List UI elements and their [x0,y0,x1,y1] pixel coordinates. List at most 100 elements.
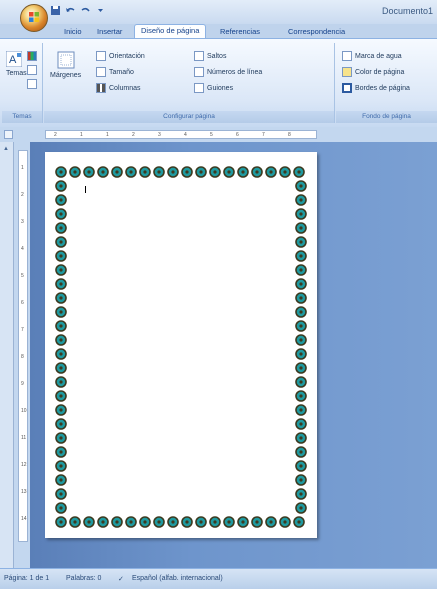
border-motif [97,166,109,178]
vruler-tick: 13 [21,489,27,495]
office-button[interactable] [20,4,48,32]
columnas-button[interactable]: Columnas [96,83,141,93]
border-motif [209,166,221,178]
vruler-tick: 7 [21,327,24,333]
ruler-tick: 7 [262,132,265,138]
border-motif [295,334,307,346]
theme-effects-icon[interactable] [27,79,37,89]
tab-inicio[interactable]: Inicio [64,26,82,38]
border-motif [97,516,109,528]
vruler-tick: 3 [21,219,24,225]
themes-icon: A [6,51,22,67]
guiones-label: Guiones [207,84,234,92]
ruler-tick: 6 [236,132,239,138]
columns-icon [96,83,106,93]
border-motif [167,516,179,528]
border-motif [295,376,307,388]
border-motif [55,390,67,402]
border-motif [295,236,307,248]
ruler-tick: 4 [184,132,187,138]
border-motif [279,166,291,178]
page-color-icon [342,67,352,77]
border-motif [295,306,307,318]
border-motif [111,516,123,528]
margenes-button[interactable]: Márgenes [50,51,81,79]
theme-fonts-icon[interactable] [27,65,37,75]
status-page[interactable]: Página: 1 de 1 [4,575,49,582]
border-motif [125,166,137,178]
border-motif [295,278,307,290]
bordes-pagina-button[interactable]: Bordes de página [342,83,410,93]
ruler-tick: 5 [210,132,213,138]
vruler-tick: 9 [21,381,24,387]
border-motif [55,208,67,220]
border-motif [55,292,67,304]
document-page[interactable] [45,152,317,538]
vruler-tick: 14 [21,516,27,522]
tamano-button[interactable]: Tamaño [96,67,134,77]
scroll-up-icon[interactable]: ▲ [3,146,9,152]
border-motif [195,516,207,528]
border-motif [295,488,307,500]
save-icon[interactable] [50,5,61,16]
ruler-tick: 3 [158,132,161,138]
customize-qat-icon[interactable] [95,5,106,16]
bordes-label: Bordes de página [355,84,410,92]
border-motif [295,362,307,374]
color-pagina-button[interactable]: Color de página [342,67,404,77]
status-words[interactable]: Palabras: 0 [66,575,101,582]
border-motif [295,348,307,360]
guiones-button[interactable]: Guiones [194,83,233,93]
border-motif [55,362,67,374]
left-scroll-strip[interactable]: ▲ [0,142,14,568]
vruler-tick: 5 [21,273,24,279]
ruler-tick: 2 [132,132,135,138]
numeros-linea-button[interactable]: Números de línea [194,67,262,77]
numeros-linea-label: Números de línea [207,68,263,76]
border-motif [55,166,67,178]
orientacion-button[interactable]: Orientación [96,51,145,61]
vruler-tick: 8 [21,354,24,360]
marca-agua-button[interactable]: Marca de agua [342,51,402,61]
tab-correspondencia[interactable]: Correspondencia [288,26,345,38]
border-motif [55,418,67,430]
saltos-button[interactable]: Saltos [194,51,226,61]
color-pagina-label: Color de página [355,68,405,76]
page-borders-icon [342,83,352,93]
vruler-tick: 6 [21,300,24,306]
margenes-label: Márgenes [50,72,82,79]
svg-text:A: A [9,54,17,66]
border-motif [55,404,67,416]
temas-button[interactable]: A Temas [6,51,27,77]
group-label-configurar: Configurar página [44,111,334,123]
border-motif [295,250,307,262]
text-cursor [85,186,86,193]
border-motif [223,516,235,528]
tab-selector[interactable] [4,130,13,139]
group-temas: A Temas Temas [2,43,43,123]
border-motif [69,166,81,178]
border-motif [55,460,67,472]
border-motif [181,516,193,528]
status-language[interactable]: Español (alfab. internacional) [132,575,223,582]
vertical-ruler[interactable]: 1 2 3 4 5 6 7 8 9 10 11 12 13 14 [18,150,28,542]
border-motif [139,516,151,528]
border-motif [55,446,67,458]
ruler-tick: 2 [54,132,57,138]
quick-access-toolbar [50,5,106,16]
group-configurar-pagina: Márgenes Orientación Tamaño Columnas Sal… [44,43,335,123]
tab-diseno-pagina[interactable]: Diseño de página [134,24,207,39]
border-motif [295,432,307,444]
tamano-label: Tamaño [109,68,134,76]
tab-referencias[interactable]: Referencias [220,26,260,38]
undo-icon[interactable] [65,5,76,16]
theme-colors-icon[interactable] [27,51,37,61]
spellcheck-icon[interactable]: ✓ [118,575,124,583]
redo-icon[interactable] [80,5,91,16]
tab-insertar[interactable]: Insertar [97,26,122,38]
border-motif [55,194,67,206]
border-motif [295,208,307,220]
border-motif [55,334,67,346]
horizontal-ruler[interactable]: 2 1 1 2 3 4 5 6 7 8 [45,130,317,139]
border-motif [295,460,307,472]
